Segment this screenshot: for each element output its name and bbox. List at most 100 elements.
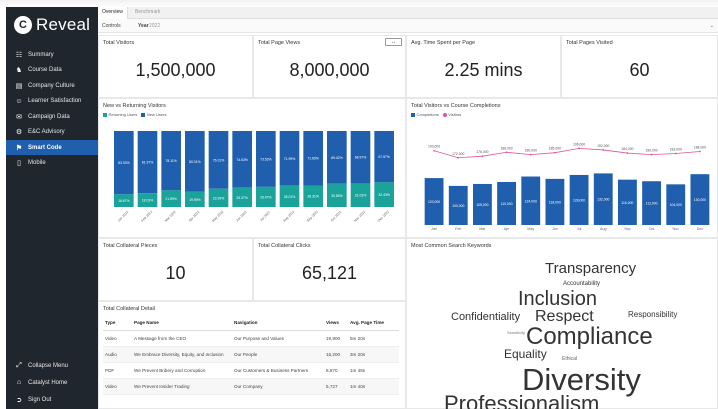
controls-label[interactable]: Controls [102,23,121,29]
table-cell: Our Customers & Business Partners [232,362,324,379]
x-tick-label: Jan 2022 [117,210,130,223]
chart-new-vs-returning: New vs Returning Visitors Returning User… [98,98,406,238]
logo-mark: C [14,16,32,34]
x-tick-label: Aug 2022 [282,210,295,223]
data-label: 184,000 [621,147,633,151]
sidebar-item-company-culture[interactable]: ▤ Company Culture [6,78,98,93]
kpi-title: Total Visitors [103,40,135,46]
tab-benchmark[interactable]: Benchmark [135,9,160,15]
sign-out-link[interactable]: ➲ Sign Out [6,392,98,407]
x-tick-label: Apr [504,227,510,231]
column-header[interactable]: Page Name [132,316,232,331]
sidebar-item-ec-advisory[interactable]: ⚙ E&C Advisory [6,125,98,140]
column-header[interactable]: Type [103,316,132,331]
sidebar-nav: ☷ Summary ♞ Course Data ▤ Company Cultur… [6,47,98,171]
table-cell: 19,900 [324,330,348,347]
catalyst-home-link[interactable]: ⌂ Catalyst Home [6,375,98,390]
column-header[interactable]: Navigation [232,316,324,331]
data-label: 132,000 [597,198,609,202]
table-cell: 1m 40s [348,378,399,395]
table-cell: 8,870 [324,362,348,379]
data-label: 172,000 [452,152,464,156]
visitors-point [505,151,508,154]
sidebar-item-label: Learner Satisfaction [28,98,82,104]
x-tick-label: Jun 2022 [235,210,248,223]
table-header-row: Type Page Name Navigation Views Avg. Pag… [103,316,399,331]
sidebar-item-label: E&C Advisory [28,129,65,135]
year-filter-value[interactable]: 2022 [149,23,160,29]
data-label: 186,000 [500,146,512,150]
sidebar-item-learner-satisfaction[interactable]: ☺ Learner Satisfaction [6,94,98,109]
collapse-menu-button[interactable]: ⤢ Collapse Menu [6,358,98,373]
visitors-point [578,147,580,150]
kpi-title: Avg. Time Spent per Page [411,40,476,46]
sidebar-item-campaign-data[interactable]: ✉ Campaign Data [6,109,98,124]
x-tick-label: Dec 2022 [377,210,390,223]
table-row[interactable]: Audio We Embrace Diversity, Equity, and … [103,346,399,363]
building-icon: ⚑ [15,144,23,152]
expand-icon[interactable]: ↔ [385,38,402,46]
visitors-point [554,151,556,154]
kpi-title: Total Pages Visited [566,40,613,46]
keyword: Responsibility [628,310,678,319]
data-label: 130,000 [694,198,706,202]
sidebar-item-summary[interactable]: ☷ Summary [6,47,98,62]
kpi-value: 60 [629,60,650,80]
tab-overview[interactable]: Overview [98,7,128,19]
visitors-point [674,152,677,155]
table-row[interactable]: Video We Prevent Insider Trading Our Com… [103,378,399,395]
kpi-total-page-views: Total Page Views ↔ 8,000,000 [253,35,406,98]
keyword: Professionalism [444,391,600,409]
column-header[interactable]: Views [324,316,348,331]
data-label: 190,000 [428,145,440,149]
sidebar-item-course-data[interactable]: ♞ Course Data [6,63,98,78]
data-label: 71.69% [307,157,319,161]
sidebar-item-label: Summary [28,51,54,58]
data-label: 26.47% [260,195,272,199]
data-label: 83.33% [118,161,130,165]
kpi-value: 2.25 mins [444,60,523,80]
x-tick-label: Sep [624,227,630,231]
data-label: 118,000 [549,200,561,204]
chart-title: Total Visitors vs Course Completions [411,103,501,109]
data-label: 124,000 [525,199,537,203]
keyword: Accountability [563,281,601,287]
table-cell: Our Purpose and Values [232,330,324,347]
x-tick-label: Aug [600,227,606,231]
data-label: 196,000 [573,142,585,146]
table-row[interactable]: PDF We Prevent Bribery and Corruption Ou… [103,362,399,379]
table-cell: PDF [103,362,132,379]
x-tick-label: Jun [552,227,558,231]
data-label: 100,000 [452,204,464,208]
table-row[interactable]: Video A Message from the CEO Our Purpose… [103,330,399,347]
wordcloud-title: Most Common Search Keywords [411,243,492,249]
data-label: 185,000 [549,147,561,151]
data-label: 30.58% [331,194,343,198]
app-logo[interactable]: C Reveal [14,14,90,36]
chart-title: New vs Returning Visitors [103,103,166,109]
kpi-value: 8,000,000 [289,60,370,80]
x-tick-label: Feb 2022 [140,210,153,223]
sidebar-item-smart-code[interactable]: ⚑ Smart Code [6,140,98,155]
home-icon: ⌂ [16,379,22,386]
x-tick-label: Oct [649,227,655,231]
data-label: 120,000 [428,200,440,204]
data-label: 28.01% [284,195,296,199]
kpi-collateral-clicks: Total Collateral Clicks 65,121 [253,238,406,301]
sidebar-item-mobile[interactable]: ▯ Mobile [6,156,98,171]
people-icon: ♞ [15,67,23,74]
data-label: 18.03% [142,199,154,203]
keyword: Transparency [545,260,637,277]
kpi-total-pages: Total Pages Visited 60 [561,35,718,98]
sidebar-item-label: Mobile [28,160,46,166]
tab-bar: Overview Benchmark [98,7,718,19]
data-label: 21.89% [165,197,177,201]
data-label: 71.99% [284,157,296,161]
kpi-collateral-pieces: Total Collateral Pieces 10 [98,238,253,301]
column-header[interactable]: Avg. Page Time [348,316,399,331]
data-label: 183,000 [670,147,682,151]
data-label: 180,000 [525,149,537,153]
sidebar-item-label: Smart Code [28,144,62,151]
keyword: Equality [504,347,547,361]
chevron-down-icon[interactable]: ⌄ [710,23,714,29]
